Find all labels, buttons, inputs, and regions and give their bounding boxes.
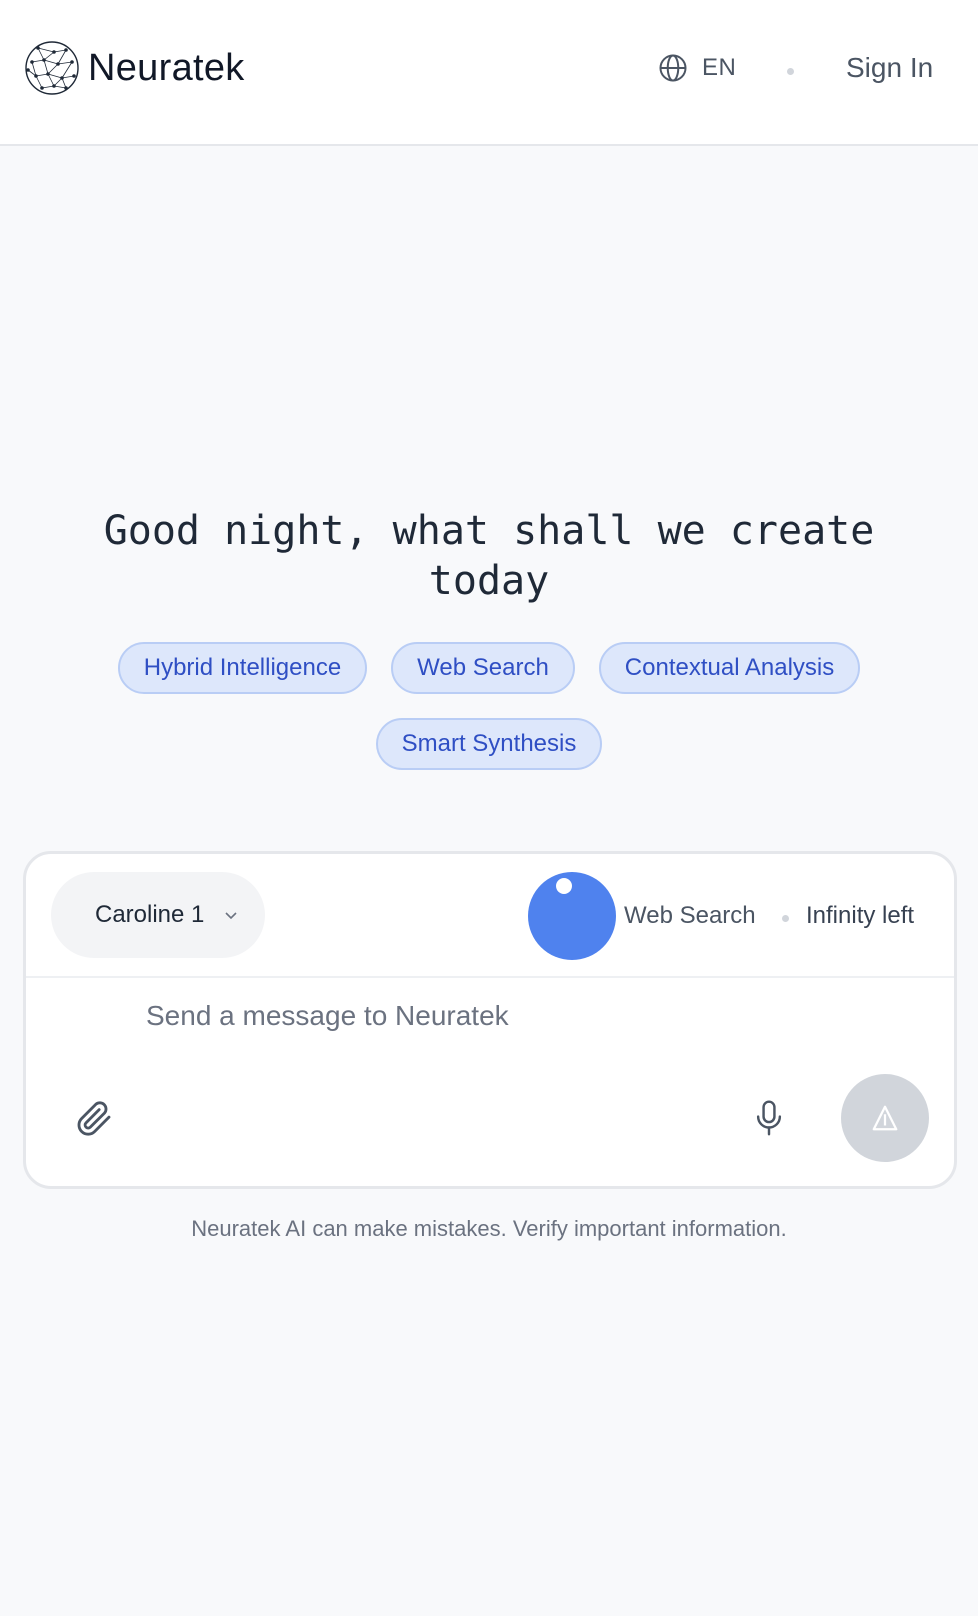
message-composer: Caroline 1 Web Search Infinity left <box>23 851 957 1189</box>
chip-hybrid-intelligence[interactable]: Hybrid Intelligence <box>117 642 368 694</box>
brand-logo[interactable]: Neuratek <box>24 40 245 96</box>
chip-web-search[interactable]: Web Search <box>391 642 575 694</box>
chip-smart-synthesis[interactable]: Smart Synthesis <box>375 718 603 770</box>
chip-contextual-analysis[interactable]: Contextual Analysis <box>598 642 861 694</box>
language-selector[interactable]: EN <box>658 53 736 83</box>
toggle-knob <box>556 878 572 894</box>
separator-dot <box>782 915 789 922</box>
brand-name: Neuratek <box>88 47 245 89</box>
model-selector[interactable]: Caroline 1 <box>51 872 265 958</box>
web-search-toggle[interactable] <box>528 872 616 960</box>
capability-chips: Hybrid Intelligence Web Search Contextua… <box>40 642 938 770</box>
sign-in-button[interactable]: Sign In <box>846 52 933 84</box>
language-label: EN <box>702 54 737 81</box>
separator-dot <box>787 68 794 75</box>
paperclip-icon <box>77 1101 111 1136</box>
web-search-label: Web Search <box>624 902 756 929</box>
disclaimer-text: Neuratek AI can make mistakes. Verify im… <box>191 1216 787 1241</box>
top-bar: Neuratek EN Sign In <box>0 0 978 146</box>
send-icon <box>872 1105 898 1131</box>
chevron-down-icon <box>225 912 237 920</box>
message-input[interactable] <box>146 996 786 1036</box>
greeting-heading: Good night, what shall we create today <box>103 508 875 604</box>
model-label: Caroline 1 <box>95 901 205 928</box>
globe-icon <box>659 54 687 82</box>
network-sphere-icon <box>25 41 79 95</box>
voice-input-button[interactable] <box>752 1099 786 1137</box>
credits-remaining: Infinity left <box>806 902 915 929</box>
send-button[interactable] <box>841 1074 929 1162</box>
composer-toolbar: Caroline 1 Web Search Infinity left <box>26 854 954 978</box>
attach-button[interactable] <box>74 1098 114 1138</box>
microphone-icon <box>756 1100 782 1136</box>
